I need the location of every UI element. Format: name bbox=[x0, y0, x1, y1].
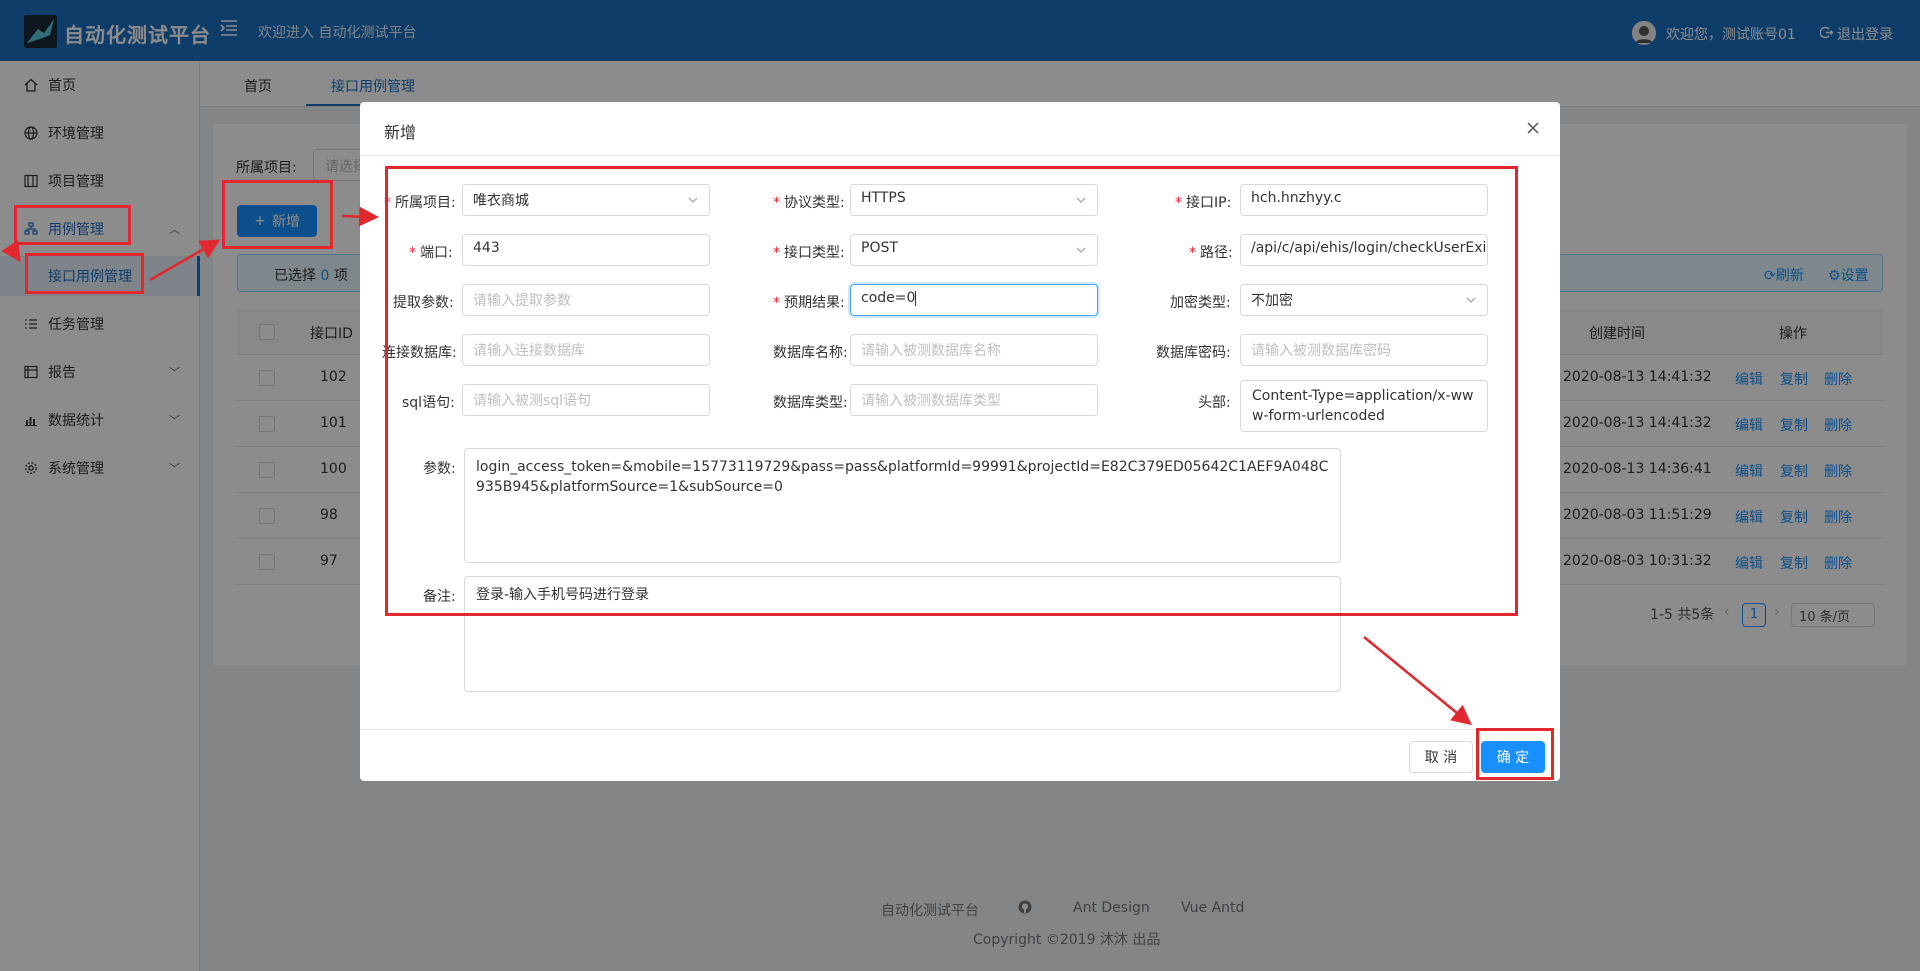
project-label: * 所属项目: bbox=[384, 195, 456, 211]
extract-label: 提取参数: bbox=[393, 295, 454, 311]
add-dialog: 新增 * 所属项目: 唯衣商城 * 协议类型: HTTPS * 接口IP: hch.h… bbox=[360, 102, 1560, 781]
expected-input[interactable]: code=0 bbox=[850, 284, 1098, 316]
dialog-title: 新增 bbox=[384, 123, 417, 142]
db-pwd-label: 数据库密码: bbox=[1156, 345, 1231, 361]
dialog-footer-divider bbox=[360, 729, 1560, 730]
header-label: 头部: bbox=[1198, 395, 1231, 411]
chevron-down-icon bbox=[687, 194, 699, 206]
db-name-input[interactable]: 请输入被测数据库名称 bbox=[850, 334, 1098, 366]
protocol-select[interactable]: HTTPS bbox=[850, 184, 1098, 216]
encrypt-select[interactable]: 不加密 bbox=[1240, 284, 1488, 316]
db-name-label: 数据库名称: bbox=[773, 345, 848, 361]
path-input[interactable]: /api/c/api/ehis/login/checkUserExists bbox=[1240, 234, 1488, 266]
db-type-label: 数据库类型: bbox=[773, 395, 848, 411]
remark-textarea[interactable]: 登录-输入手机号码进行登录 bbox=[464, 576, 1341, 692]
cancel-button[interactable]: 取 消 bbox=[1409, 741, 1473, 773]
close-icon[interactable] bbox=[1522, 117, 1544, 139]
method-label: * 接口类型: bbox=[773, 245, 845, 261]
chevron-down-icon bbox=[1075, 244, 1087, 256]
method-select[interactable]: POST bbox=[850, 234, 1098, 266]
sql-label: sql语句: bbox=[402, 395, 455, 411]
port-label: * 端口: bbox=[409, 245, 453, 261]
expected-label: * 预期结果: bbox=[773, 295, 845, 311]
params-textarea[interactable]: login_access_token=&mobile=15773119729&p… bbox=[464, 448, 1341, 563]
params-label: 参数: bbox=[423, 461, 456, 477]
db-conn-input[interactable]: 请输入连接数据库 bbox=[462, 334, 710, 366]
remark-label: 备注: bbox=[423, 589, 456, 605]
chevron-down-icon bbox=[1075, 194, 1087, 206]
ip-label: * 接口IP: bbox=[1175, 195, 1232, 211]
confirm-button[interactable]: 确 定 bbox=[1481, 741, 1545, 773]
port-input[interactable]: 443 bbox=[462, 234, 710, 266]
db-type-input[interactable]: 请输入被测数据库类型 bbox=[850, 384, 1098, 416]
db-conn-label: 连接数据库: bbox=[382, 345, 457, 361]
encrypt-label: 加密类型: bbox=[1170, 295, 1231, 311]
protocol-label: * 协议类型: bbox=[773, 195, 845, 211]
extract-input[interactable]: 请输入提取参数 bbox=[462, 284, 710, 316]
sql-input[interactable]: 请输入被测sql语句 bbox=[462, 384, 710, 416]
path-label: * 路径: bbox=[1189, 245, 1233, 261]
header-textarea[interactable]: Content-Type=application/x-www-form-urle… bbox=[1240, 380, 1488, 432]
ip-input[interactable]: hch.hnzhyy.c bbox=[1240, 184, 1488, 216]
chevron-down-icon bbox=[1465, 294, 1477, 306]
project-select[interactable]: 唯衣商城 bbox=[462, 184, 710, 216]
db-pwd-input[interactable]: 请输入被测数据库密码 bbox=[1240, 334, 1488, 366]
dialog-header: 新增 bbox=[360, 102, 1560, 156]
